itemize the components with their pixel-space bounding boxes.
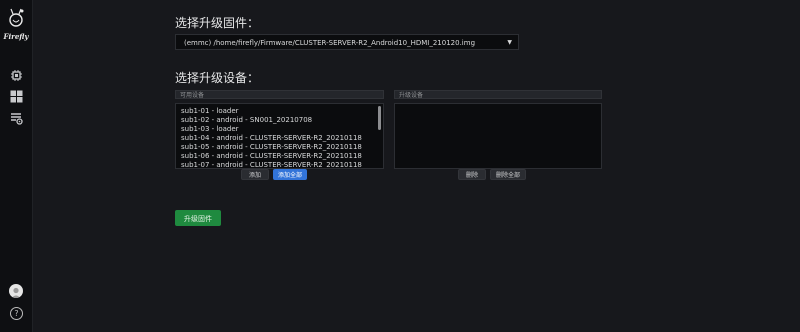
chevron-down-icon: ▼: [507, 39, 512, 46]
firmware-select-value: (emmc) /home/firefly/Firmware/CLUSTER-SE…: [184, 39, 476, 47]
upgrade-firmware-button[interactable]: 升级固件: [175, 210, 221, 226]
help-icon[interactable]: ?: [10, 307, 23, 320]
firefly-logo[interactable]: Firefly: [3, 8, 29, 41]
devices-heading: 选择升级设备：: [175, 71, 260, 85]
scrollbar[interactable]: [378, 106, 381, 130]
user-avatar[interactable]: [9, 284, 23, 298]
remove-button[interactable]: 删除: [458, 169, 486, 180]
list-item[interactable]: sub1-02 - android - SN001_20210708: [176, 116, 383, 125]
list-item[interactable]: sub1-01 - loader: [176, 107, 383, 116]
dashboard-grid-icon[interactable]: [10, 88, 23, 103]
avatar-icon: [11, 287, 21, 298]
firmware-heading: 选择升级固件：: [175, 16, 260, 30]
upgrade-devices-header: 升级设备: [394, 90, 602, 99]
add-all-button[interactable]: 添加全部: [273, 169, 307, 180]
main-content: 选择升级固件： (emmc) /home/firefly/Firmware/CL…: [32, 0, 800, 332]
sidebar: Firefly ?: [0, 0, 33, 332]
firmware-select[interactable]: (emmc) /home/firefly/Firmware/CLUSTER-SE…: [175, 34, 519, 50]
settings-list-icon[interactable]: [10, 110, 23, 125]
add-button[interactable]: 添加: [241, 169, 269, 180]
list-item[interactable]: sub1-05 - android - CLUSTER-SERVER-R2_20…: [176, 143, 383, 152]
available-devices-header: 可用设备: [175, 90, 384, 99]
list-item[interactable]: sub1-06 - android - CLUSTER-SERVER-R2_20…: [176, 152, 383, 161]
list-item[interactable]: sub1-03 - loader: [176, 125, 383, 134]
firefly-logo-icon: [9, 8, 24, 27]
remove-all-button[interactable]: 删除全部: [490, 169, 526, 180]
chip-icon[interactable]: [10, 67, 23, 81]
upgrade-devices-list[interactable]: [394, 103, 602, 169]
available-devices-list[interactable]: sub1-01 - loader sub1-02 - android - SN00…: [175, 103, 384, 169]
list-item[interactable]: sub1-07 - android - CLUSTER-SERVER-R2_20…: [176, 161, 383, 168]
list-item[interactable]: sub1-04 - android - CLUSTER-SERVER-R2_20…: [176, 134, 383, 143]
logo-text: Firefly: [3, 32, 29, 41]
